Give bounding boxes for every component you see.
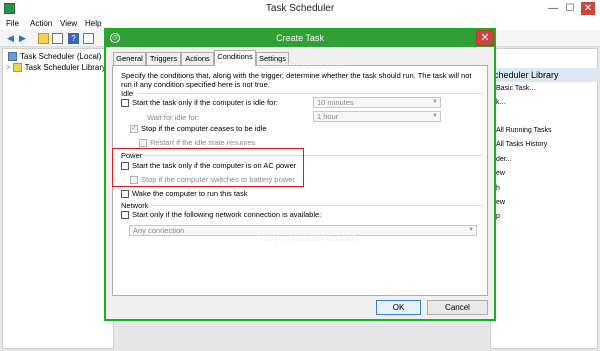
menu-file[interactable]: File bbox=[6, 19, 19, 28]
menu-view[interactable]: View bbox=[60, 19, 77, 28]
chevron-down-icon: ▼ bbox=[468, 227, 474, 233]
idle-duration-value: 10 minutes bbox=[317, 98, 354, 107]
stop-if-ceases-checkbox[interactable]: ✓ bbox=[130, 125, 138, 133]
ac-power-checkbox[interactable] bbox=[121, 162, 129, 170]
folder-icon[interactable] bbox=[38, 33, 49, 44]
action-refresh[interactable]: h bbox=[496, 185, 500, 192]
dialog-title: Create Task bbox=[276, 33, 324, 43]
tab-general[interactable]: General bbox=[113, 52, 146, 65]
idle-duration-select[interactable]: 10 minutes ▼ bbox=[313, 97, 441, 108]
idle-group-label: Idle bbox=[121, 89, 134, 98]
tree-item-library[interactable]: > Task Scheduler Library bbox=[6, 63, 107, 73]
ok-button[interactable]: OK bbox=[376, 300, 421, 315]
action-help[interactable]: p bbox=[496, 213, 500, 220]
folder-icon bbox=[12, 63, 22, 73]
tree-expander-icon[interactable]: > bbox=[6, 63, 11, 72]
wait-duration-value: 1 hour bbox=[317, 112, 339, 121]
stop-if-ceases-label: Stop if the computer ceases to be idle bbox=[141, 124, 267, 133]
help-icon[interactable]: ? bbox=[68, 33, 79, 44]
dialog-titlebar: ◷ Create Task ✕ bbox=[106, 30, 494, 47]
action-create-basic-task[interactable]: Basic Task... bbox=[496, 85, 535, 92]
main-window-title: Task Scheduler bbox=[265, 3, 335, 14]
chevron-down-icon: ▼ bbox=[432, 113, 438, 119]
menu-action[interactable]: Action bbox=[30, 19, 52, 28]
dialog-close-button[interactable]: ✕ bbox=[476, 30, 494, 46]
network-group-label: Network bbox=[121, 201, 149, 210]
tab-actions[interactable]: Actions bbox=[181, 52, 214, 65]
tree-item-local-label: Task Scheduler (Local) bbox=[20, 52, 102, 61]
ac-power-label: Start the task only if the computer is o… bbox=[132, 161, 297, 170]
network-connection-label: Start only if the following network conn… bbox=[132, 210, 322, 219]
navigation-tree-pane bbox=[2, 48, 114, 349]
actions-pane bbox=[490, 48, 598, 349]
minimize-button[interactable]: — bbox=[546, 2, 560, 15]
description-text-line-1: Specify the conditions that, along with … bbox=[121, 71, 472, 80]
network-connection-value: Any connection bbox=[133, 226, 185, 235]
idle-start-label: Start the task only if the computer is i… bbox=[132, 98, 278, 107]
network-connection-checkbox[interactable] bbox=[121, 211, 129, 219]
maximize-button[interactable]: ☐ bbox=[563, 2, 577, 15]
show-hide-tree-icon[interactable] bbox=[52, 33, 63, 44]
action-view-2[interactable]: ew bbox=[496, 199, 505, 206]
battery-stop-checkbox[interactable] bbox=[130, 176, 138, 184]
main-titlebar: Task Scheduler — ☐ ✕ bbox=[0, 0, 600, 17]
tree-item-local[interactable]: Task Scheduler (Local) bbox=[8, 52, 102, 62]
restart-if-resumes-checkbox[interactable] bbox=[139, 139, 147, 147]
action-view[interactable]: ew bbox=[496, 170, 505, 177]
chevron-down-icon: ▼ bbox=[432, 99, 438, 105]
restart-if-resumes-label: Restart if the idle state resumes bbox=[150, 138, 256, 147]
action-new-folder[interactable]: der... bbox=[496, 156, 512, 163]
battery-stop-label: Stop if the computer switches to battery… bbox=[141, 175, 295, 184]
wait-duration-select[interactable]: 1 hour ▼ bbox=[313, 111, 441, 122]
action-enable-history[interactable]: All Tasks History bbox=[496, 141, 547, 148]
idle-start-checkbox[interactable] bbox=[121, 99, 129, 107]
wake-computer-checkbox[interactable] bbox=[121, 190, 129, 198]
network-group-divider bbox=[151, 205, 483, 206]
properties-icon[interactable] bbox=[83, 33, 94, 44]
wake-computer-label: Wake the computer to run this task bbox=[132, 189, 248, 198]
tab-triggers[interactable]: Triggers bbox=[146, 52, 181, 65]
cancel-button[interactable]: Cancel bbox=[427, 300, 488, 315]
close-button[interactable]: ✕ bbox=[581, 2, 595, 15]
action-display-running-tasks[interactable]: All Running Tasks bbox=[496, 127, 552, 134]
tab-conditions[interactable]: Conditions bbox=[214, 50, 256, 66]
wait-idle-label: Wait for idle for: bbox=[147, 113, 200, 122]
idle-group-divider bbox=[138, 93, 483, 94]
description-text-line-2: run if any condition specified here is n… bbox=[121, 80, 270, 89]
watermark: http://winaero.com bbox=[250, 60, 348, 72]
menu-help[interactable]: Help bbox=[85, 19, 101, 28]
tree-item-library-label: Task Scheduler Library bbox=[24, 63, 107, 72]
forward-arrow-icon[interactable]: ▶ bbox=[17, 33, 28, 44]
back-arrow-icon[interactable]: ◀ bbox=[5, 33, 16, 44]
actions-header: cheduler Library bbox=[490, 68, 598, 82]
watermark: http://winaero.com bbox=[260, 232, 358, 244]
task-scheduler-icon bbox=[8, 52, 17, 62]
action-create-task[interactable]: k... bbox=[496, 99, 505, 106]
